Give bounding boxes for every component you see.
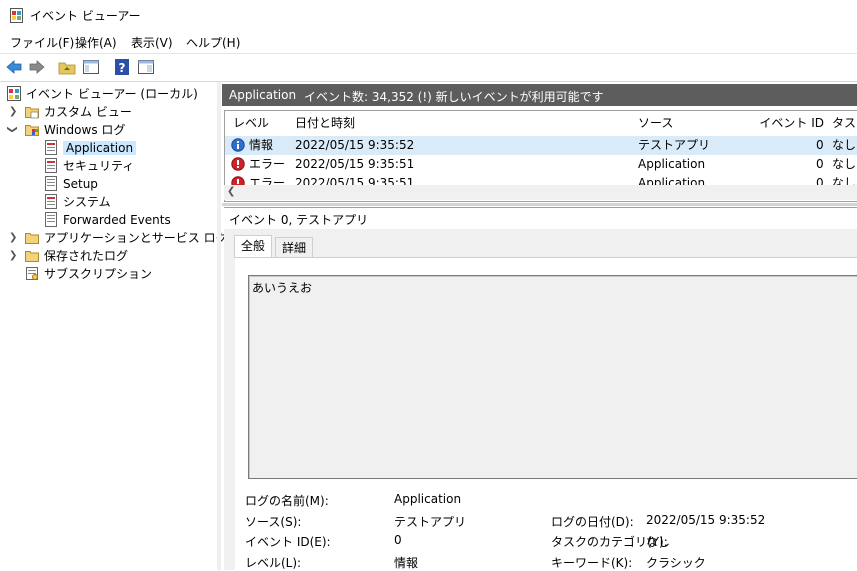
tree-log-forwarded-events[interactable]: Forwarded Events	[44, 211, 171, 229]
tree-log-system[interactable]: システム	[44, 193, 111, 211]
title-bar: イベント ビューアー	[0, 0, 857, 30]
chevron-down-icon[interactable]: ❯	[7, 125, 18, 133]
column-header-level[interactable]: レベル	[225, 111, 296, 135]
prop-log-name-value: Application	[394, 492, 462, 506]
event-level: 情報	[249, 138, 274, 152]
tree-saved-logs[interactable]: 保存されたログ	[25, 247, 128, 265]
log-header: Application イベント数: 34,352 (!) 新しいイベントが利用…	[222, 84, 857, 106]
column-header-source[interactable]: ソース	[630, 111, 737, 135]
event-datetime: 2022/05/15 9:35:52	[295, 138, 415, 152]
log-icon	[44, 194, 58, 209]
chevron-right-icon[interactable]: ❯	[9, 250, 17, 261]
info-icon	[231, 138, 245, 152]
error-icon	[231, 157, 245, 171]
tree-custom-views[interactable]: カスタム ビュー	[25, 103, 132, 121]
back-arrow-icon[interactable]	[5, 58, 23, 76]
tree-subscriptions[interactable]: サブスクリプション	[25, 265, 152, 283]
prop-source-value: テストアプリ	[394, 515, 467, 529]
log-name: Application	[229, 88, 297, 102]
column-header-task[interactable]: タスク	[828, 111, 857, 135]
prop-log-name-label: ログの名前(M):	[245, 494, 329, 508]
event-source: テストアプリ	[638, 138, 711, 152]
show-hide-action-pane-icon[interactable]	[137, 58, 155, 76]
event-task: なし	[832, 157, 857, 171]
tree-log-security[interactable]: セキュリティ	[44, 157, 134, 175]
prop-event-id-label: イベント ID(E):	[245, 535, 331, 549]
chevron-right-icon[interactable]: ❯	[9, 106, 17, 117]
pane-splitter[interactable]	[222, 203, 857, 206]
menu-action[interactable]: 操作(A)	[75, 34, 117, 51]
menu-file[interactable]: ファイル(F)	[10, 34, 74, 51]
navigation-tree: イベント ビューアー (ローカル) ❯ カスタム ビュー ❯ Windows ロ…	[0, 82, 228, 570]
forward-arrow-icon[interactable]	[28, 58, 46, 76]
menu-view[interactable]: 表示(V)	[131, 34, 173, 51]
chevron-right-icon[interactable]: ❯	[9, 232, 17, 243]
tab-details[interactable]: 詳細	[275, 237, 314, 259]
svg-text:?: ?	[119, 61, 126, 75]
folder-icon	[25, 104, 39, 119]
subscription-icon	[25, 266, 39, 281]
log-icon	[44, 176, 58, 191]
tab-general[interactable]: 全般	[234, 235, 273, 259]
help-icon[interactable]: ?	[113, 58, 131, 76]
log-icon	[44, 158, 58, 173]
scroll-left-icon[interactable]: ❮	[227, 186, 235, 197]
tree-app-service-logs[interactable]: アプリケーションとサービス ログ	[25, 229, 228, 247]
prop-level-value: 情報	[394, 556, 419, 570]
prop-keywords-label: キーワード(K):	[551, 556, 633, 570]
tree-log-application[interactable]: Application	[44, 139, 137, 157]
event-datetime: 2022/05/15 9:35:51	[295, 157, 415, 171]
menu-bar: ファイル(F) 操作(A) 表示(V) ヘルプ(H)	[0, 30, 857, 53]
windows-logs-folder-icon	[25, 122, 39, 137]
event-row[interactable]: エラー 2022/05/15 9:35:51 Application 0 なし	[225, 155, 857, 174]
event-count-summary: イベント数: 34,352 (!) 新しいイベントが利用可能です	[304, 90, 604, 104]
event-id: 0	[816, 138, 824, 152]
event-id: 0	[816, 157, 824, 171]
tree-root[interactable]: イベント ビューアー (ローカル)	[7, 85, 198, 103]
tree-splitter[interactable]	[217, 82, 221, 570]
window-title: イベント ビューアー	[30, 9, 141, 23]
toolbar: ?	[0, 53, 857, 82]
prop-logged-value: 2022/05/15 9:35:52	[646, 513, 766, 527]
event-description: あいうえお	[252, 281, 313, 295]
event-viewer-icon	[7, 86, 21, 101]
prop-level-label: レベル(L):	[245, 556, 302, 570]
event-task: なし	[832, 138, 857, 152]
event-detail-title: イベント 0, テストアプリ	[229, 213, 369, 227]
column-header-datetime[interactable]: 日付と時刻	[287, 111, 635, 135]
prop-event-id-value: 0	[394, 533, 402, 547]
prop-keywords-value: クラシック	[646, 556, 706, 570]
up-folder-icon[interactable]	[58, 58, 76, 76]
tree-windows-logs[interactable]: Windows ログ	[25, 121, 125, 139]
log-icon	[44, 140, 58, 155]
event-row[interactable]: 情報 2022/05/15 9:35:52 テストアプリ 0 なし	[225, 136, 857, 155]
prop-source-label: ソース(S):	[245, 515, 302, 529]
prop-logged-label: ログの日付(D):	[551, 515, 634, 529]
menu-help[interactable]: ヘルプ(H)	[186, 34, 240, 51]
event-level: エラー	[249, 157, 286, 171]
tree-log-setup[interactable]: Setup	[44, 175, 98, 193]
horizontal-scrollbar[interactable]: ❮	[224, 185, 857, 200]
folder-icon	[25, 230, 39, 245]
column-header-event-id[interactable]: イベント ID	[728, 111, 829, 135]
show-hide-tree-icon[interactable]	[82, 58, 100, 76]
prop-task-category-value: なし	[646, 535, 671, 549]
event-detail-header: イベント 0, テストアプリ	[224, 207, 857, 230]
folder-icon	[25, 248, 39, 263]
event-viewer-icon	[10, 8, 23, 23]
event-description-box[interactable]: あいうえお	[248, 275, 857, 479]
log-icon	[44, 212, 58, 227]
event-source: Application	[638, 157, 706, 171]
